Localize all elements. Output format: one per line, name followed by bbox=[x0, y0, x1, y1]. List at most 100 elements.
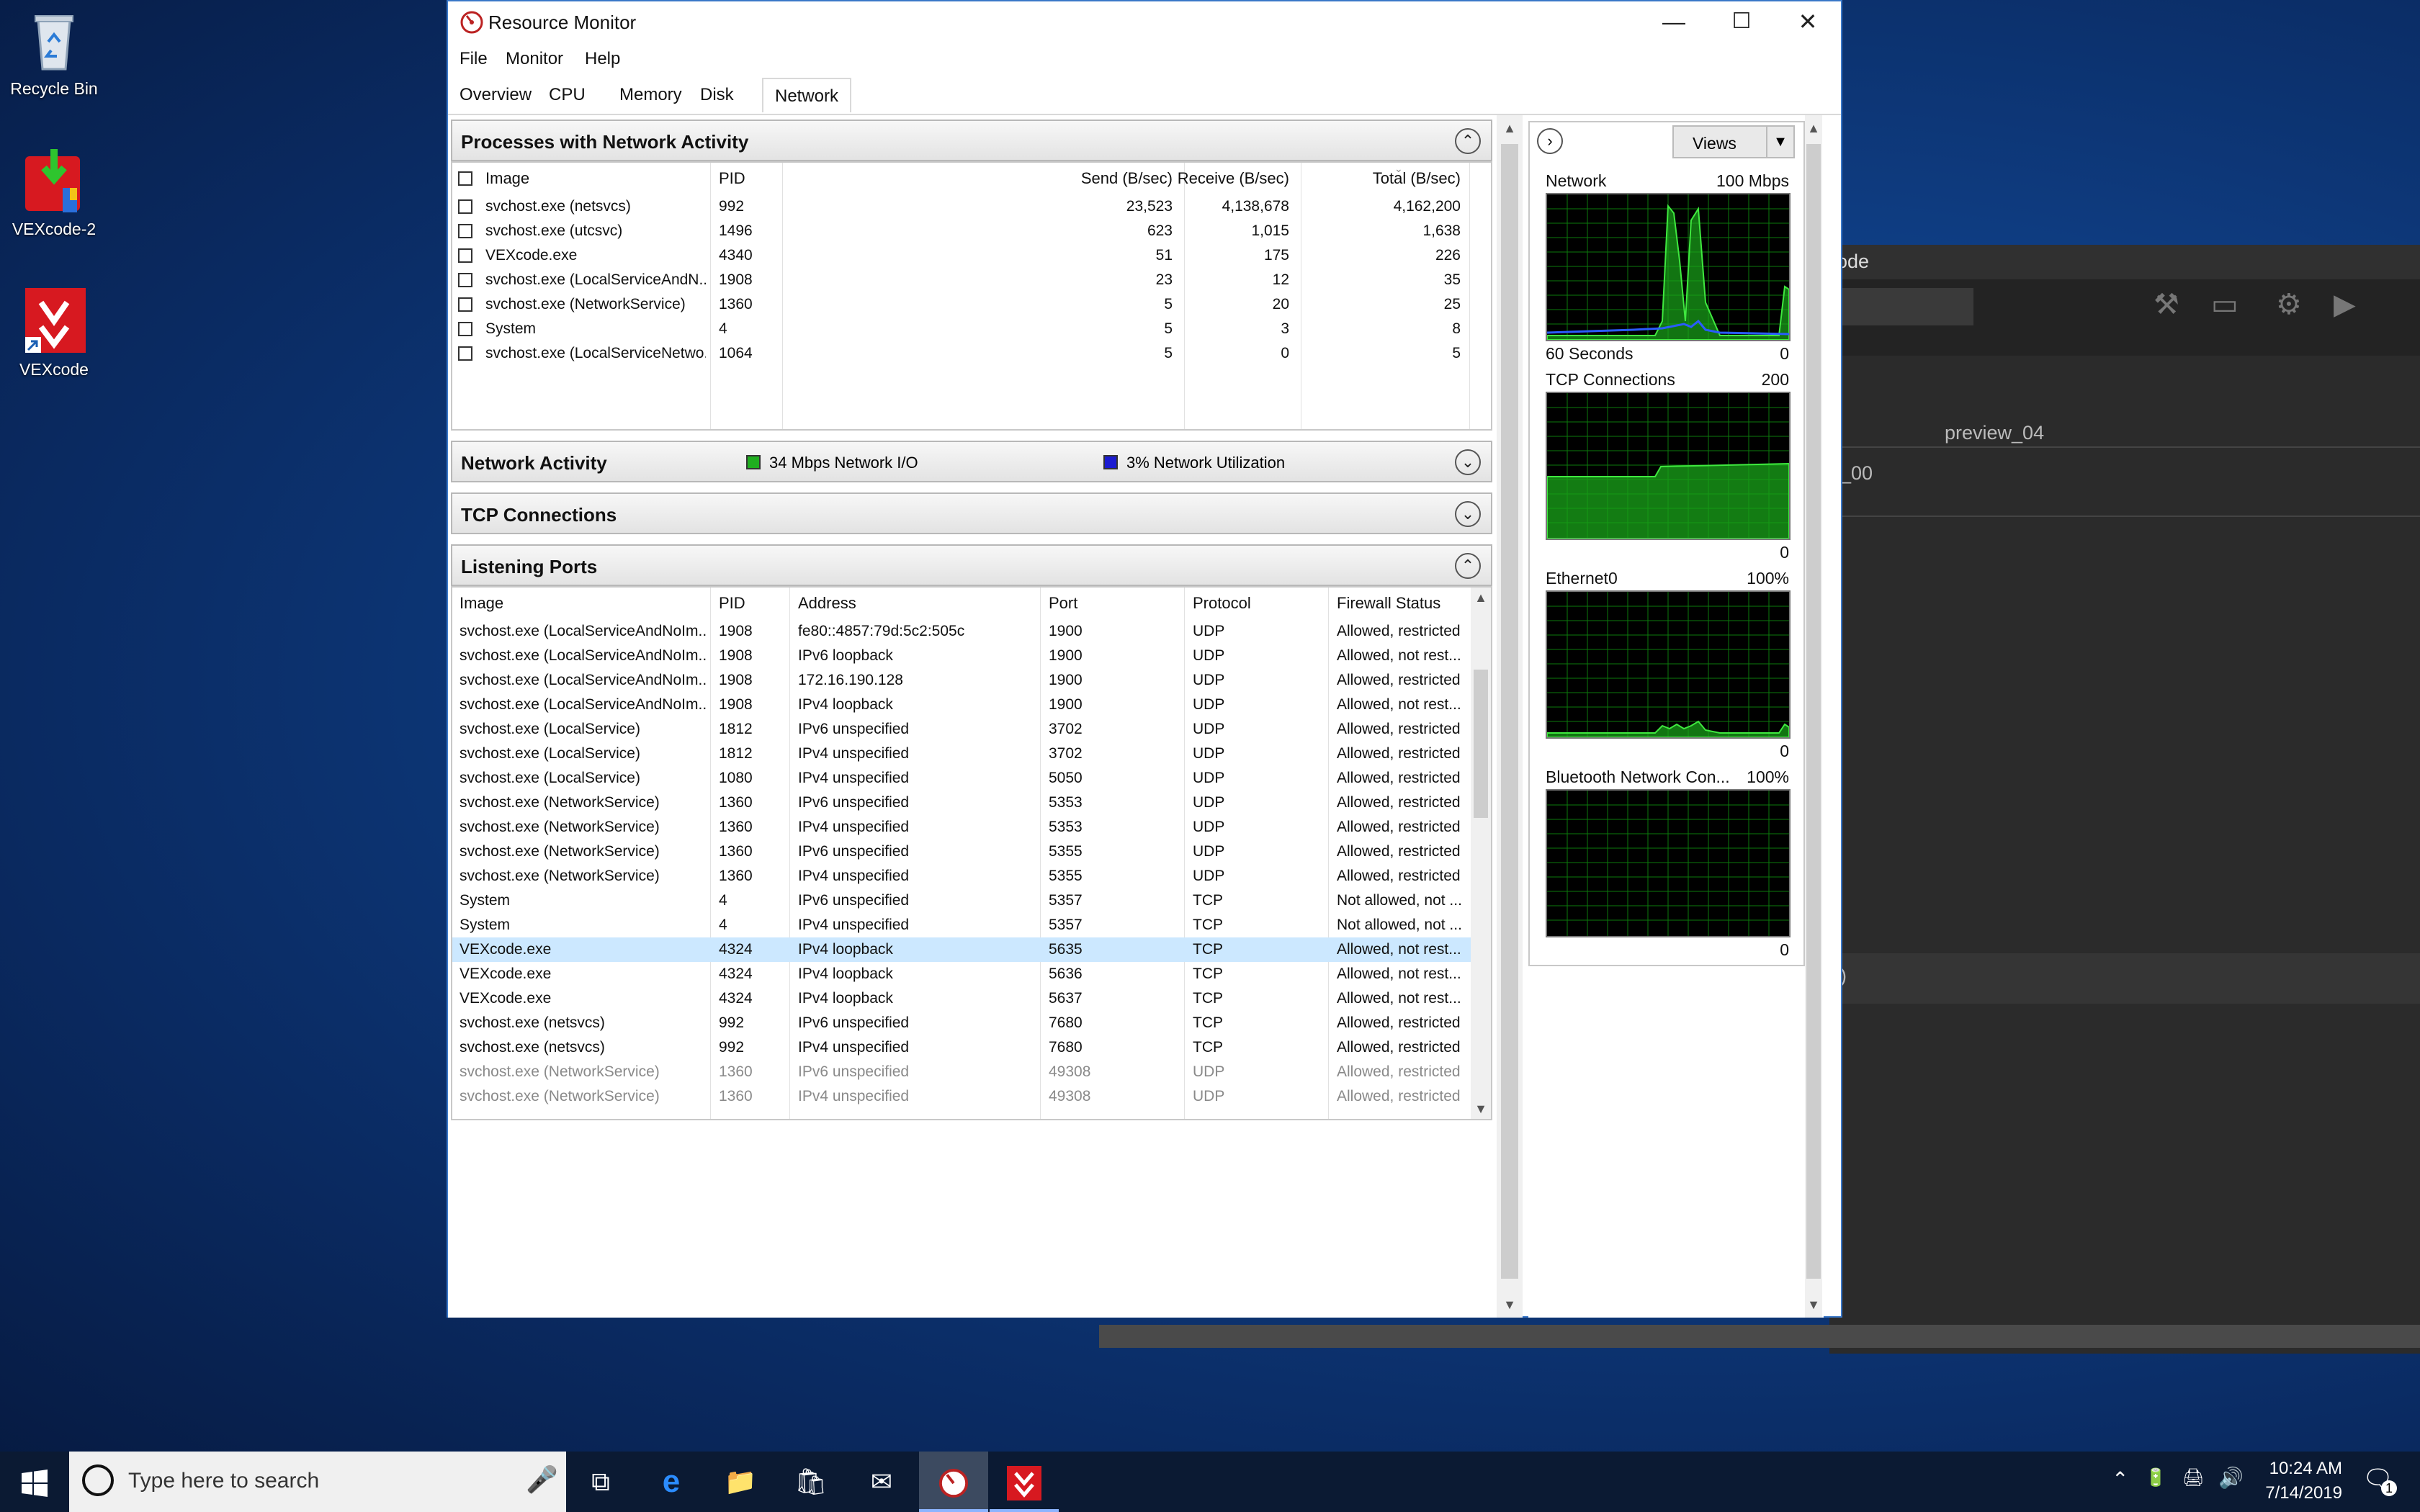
microphone-icon[interactable]: 🎤 bbox=[526, 1464, 558, 1495]
maximize-button[interactable]: ☐ bbox=[1708, 1, 1775, 45]
background-input[interactable] bbox=[1829, 288, 1973, 325]
file-explorer-icon[interactable]: 📁 bbox=[706, 1452, 775, 1512]
row-checkbox[interactable] bbox=[458, 273, 472, 287]
table-row[interactable]: svchost.exe (LocalServiceAndNoIm... 1908 I… bbox=[452, 644, 1471, 668]
taskbar-resource-monitor[interactable] bbox=[919, 1452, 988, 1512]
table-row[interactable]: svchost.exe (LocalService) 1812 IPv4 unspe… bbox=[452, 742, 1471, 766]
table-row[interactable]: svchost.exe (NetworkService) 1360 IPv4 uns… bbox=[452, 1084, 1471, 1109]
chevron-down-icon[interactable]: ▼ bbox=[1766, 127, 1793, 157]
row-checkbox[interactable] bbox=[458, 346, 472, 361]
menu-monitor[interactable]: Monitor bbox=[506, 49, 563, 69]
table-row[interactable]: System 4 IPv4 unspecified 5357 TCP Not allowe… bbox=[452, 913, 1471, 937]
left-pane-scroll-thumb[interactable] bbox=[1501, 144, 1518, 1279]
scroll-up-icon[interactable]: ▲ bbox=[1471, 588, 1491, 608]
volume-icon[interactable]: 🔊 bbox=[2218, 1466, 2244, 1490]
tab-overview[interactable]: Overview bbox=[460, 85, 532, 105]
resource-monitor-window[interactable]: Resource Monitor — ☐ ✕ File Monitor Help… bbox=[447, 0, 1842, 1318]
show-hidden-icons-icon[interactable]: ⌃ bbox=[2112, 1467, 2128, 1491]
table-row[interactable]: svchost.exe (utcsvc) 1496 623 1,015 1,638 bbox=[452, 219, 1491, 243]
views-dropdown[interactable]: Views ▼ bbox=[1672, 125, 1795, 158]
tab-network[interactable]: Network bbox=[762, 78, 852, 112]
table-row[interactable]: svchost.exe (LocalServiceAndN... 1908 23 12… bbox=[452, 268, 1491, 292]
left-pane-scrollbar[interactable]: ▲ ▼ bbox=[1497, 115, 1523, 1318]
row-checkbox[interactable] bbox=[458, 297, 472, 312]
table-row[interactable]: VEXcode.exe 4340 51 175 226 bbox=[452, 243, 1491, 268]
expand-down-icon[interactable]: ⌄ bbox=[1455, 501, 1481, 527]
table-row[interactable]: svchost.exe (NetworkService) 1360 IPv6 uns… bbox=[452, 840, 1471, 864]
edge-browser-icon[interactable]: e bbox=[637, 1452, 706, 1512]
row-checkbox[interactable] bbox=[458, 224, 472, 238]
tcp-section-header[interactable]: TCP Connections ⌄ bbox=[451, 492, 1492, 534]
desktop-icon-recycle-bin[interactable]: Recycle Bin bbox=[0, 6, 112, 99]
taskbar-vexcode[interactable] bbox=[990, 1452, 1059, 1512]
table-row[interactable]: svchost.exe (NetworkService) 1360 5 20 25 bbox=[452, 292, 1491, 317]
table-row[interactable]: System 4 5 3 8 bbox=[452, 317, 1491, 341]
scroll-down-icon[interactable]: ▼ bbox=[1803, 1295, 1824, 1315]
ports-col-image[interactable]: Image bbox=[460, 588, 503, 619]
ports-col-protocol[interactable]: Protocol bbox=[1193, 588, 1251, 619]
processes-section-header[interactable]: Processes with Network Activity ⌃ bbox=[451, 120, 1492, 161]
right-pane-scroll-thumb[interactable] bbox=[1806, 144, 1821, 1279]
table-row[interactable]: VEXcode.exe 4324 IPv4 loopback 5637 TCP Allow… bbox=[452, 986, 1471, 1011]
table-row[interactable]: System 4 IPv6 unspecified 5357 TCP Not allowe… bbox=[452, 888, 1471, 913]
clock-date[interactable]: 7/14/2019 bbox=[2253, 1483, 2342, 1503]
row-checkbox[interactable] bbox=[458, 199, 472, 214]
background-vexcode-window[interactable]: ode ⚒ ▭ ⚙ ▶ preview_04 0_00 0) bbox=[1099, 245, 2420, 1354]
tab-cpu[interactable]: CPU bbox=[549, 85, 586, 105]
desktop-icon-vexcode-2[interactable]: VEXcode-2 bbox=[0, 146, 112, 239]
right-pane-scrollbar[interactable]: ▲ ▼ bbox=[1805, 115, 1822, 1318]
menu-help[interactable]: Help bbox=[585, 49, 620, 69]
collapse-up-icon[interactable]: ⌃ bbox=[1455, 128, 1481, 154]
network-icon[interactable]: 🖨 bbox=[2182, 1467, 2204, 1488]
listening-ports-section-header[interactable]: Listening Ports ⌃ bbox=[451, 544, 1492, 586]
table-row[interactable]: svchost.exe (NetworkService) 1360 IPv6 uns… bbox=[452, 791, 1471, 815]
search-box[interactable]: Type here to search 🎤 bbox=[69, 1452, 566, 1512]
close-button[interactable]: ✕ bbox=[1775, 1, 1841, 45]
table-row[interactable]: svchost.exe (netsvcs) 992 IPv4 unspecified… bbox=[452, 1035, 1471, 1060]
scroll-down-icon[interactable]: ▼ bbox=[1471, 1099, 1491, 1119]
minimize-button[interactable]: — bbox=[1641, 1, 1707, 45]
table-row[interactable]: VEXcode.exe 4324 IPv4 loopback 5635 TCP Allow… bbox=[452, 937, 1471, 962]
table-row[interactable]: svchost.exe (LocalService) 1812 IPv6 unspe… bbox=[452, 717, 1471, 742]
tab-disk[interactable]: Disk bbox=[700, 85, 734, 105]
ports-scroll-thumb[interactable] bbox=[1474, 670, 1488, 818]
battery-icon[interactable]: 🔋 bbox=[2145, 1467, 2166, 1488]
table-row[interactable]: svchost.exe (LocalServiceAndNoIm... 1908 1… bbox=[452, 668, 1471, 693]
background-scrollbar[interactable] bbox=[1099, 1325, 2420, 1348]
table-row[interactable]: svchost.exe (netsvcs) 992 IPv6 unspecified… bbox=[452, 1011, 1471, 1035]
task-view-icon[interactable]: ⧉ bbox=[566, 1452, 635, 1512]
row-checkbox[interactable] bbox=[458, 322, 472, 336]
ports-col-port[interactable]: Port bbox=[1049, 588, 1077, 619]
expand-down-icon[interactable]: ⌄ bbox=[1455, 449, 1481, 475]
menu-file[interactable]: File bbox=[460, 49, 488, 69]
collapse-up-icon[interactable]: ⌃ bbox=[1455, 553, 1481, 579]
table-row[interactable]: svchost.exe (LocalService) 1080 IPv4 unspe… bbox=[452, 766, 1471, 791]
ports-col-address[interactable]: Address bbox=[798, 588, 856, 619]
row-checkbox[interactable] bbox=[458, 248, 472, 263]
ports-col-pid[interactable]: PID bbox=[719, 588, 745, 619]
tab-memory[interactable]: Memory bbox=[619, 85, 682, 105]
network-activity-section-header[interactable]: Network Activity 34 Mbps Network I/O 3% … bbox=[451, 441, 1492, 482]
processes-col-pid[interactable]: PID bbox=[719, 163, 745, 194]
table-row[interactable]: VEXcode.exe 4324 IPv4 loopback 5636 TCP Allow… bbox=[452, 962, 1471, 986]
table-row[interactable]: svchost.exe (LocalServiceNetwo... 1064 5 0 5 bbox=[452, 341, 1491, 366]
scroll-up-icon[interactable]: ▲ bbox=[1500, 118, 1520, 138]
table-row[interactable]: svchost.exe (LocalServiceAndNoIm... 1908 I… bbox=[452, 693, 1471, 717]
table-row[interactable]: svchost.exe (NetworkService) 1360 IPv4 uns… bbox=[452, 864, 1471, 888]
scroll-up-icon[interactable]: ▲ bbox=[1803, 118, 1824, 138]
mail-icon[interactable]: ✉ bbox=[847, 1452, 916, 1512]
ports-col-firewall[interactable]: Firewall Status bbox=[1337, 588, 1440, 619]
desktop-icon-vexcode[interactable]: VEXcode bbox=[0, 287, 112, 379]
table-row[interactable]: svchost.exe (netsvcs) 992 23,523 4,138,678 4… bbox=[452, 194, 1491, 219]
table-row[interactable]: svchost.exe (LocalServiceAndNoIm... 1908 f… bbox=[452, 619, 1471, 644]
clock-time[interactable]: 10:24 AM bbox=[2253, 1459, 2342, 1479]
store-icon[interactable]: 🛍 bbox=[776, 1452, 846, 1512]
ports-scrollbar[interactable]: ▲ ▼ bbox=[1471, 588, 1491, 1119]
select-all-checkbox[interactable] bbox=[458, 171, 472, 186]
expand-right-icon[interactable]: › bbox=[1537, 128, 1563, 154]
title-bar[interactable]: Resource Monitor — ☐ ✕ bbox=[448, 1, 1841, 45]
table-row[interactable]: svchost.exe (NetworkService) 1360 IPv6 uns… bbox=[452, 1060, 1471, 1084]
scroll-down-icon[interactable]: ▼ bbox=[1500, 1295, 1520, 1315]
start-button[interactable] bbox=[0, 1452, 69, 1512]
table-row[interactable]: svchost.exe (NetworkService) 1360 IPv4 uns… bbox=[452, 815, 1471, 840]
